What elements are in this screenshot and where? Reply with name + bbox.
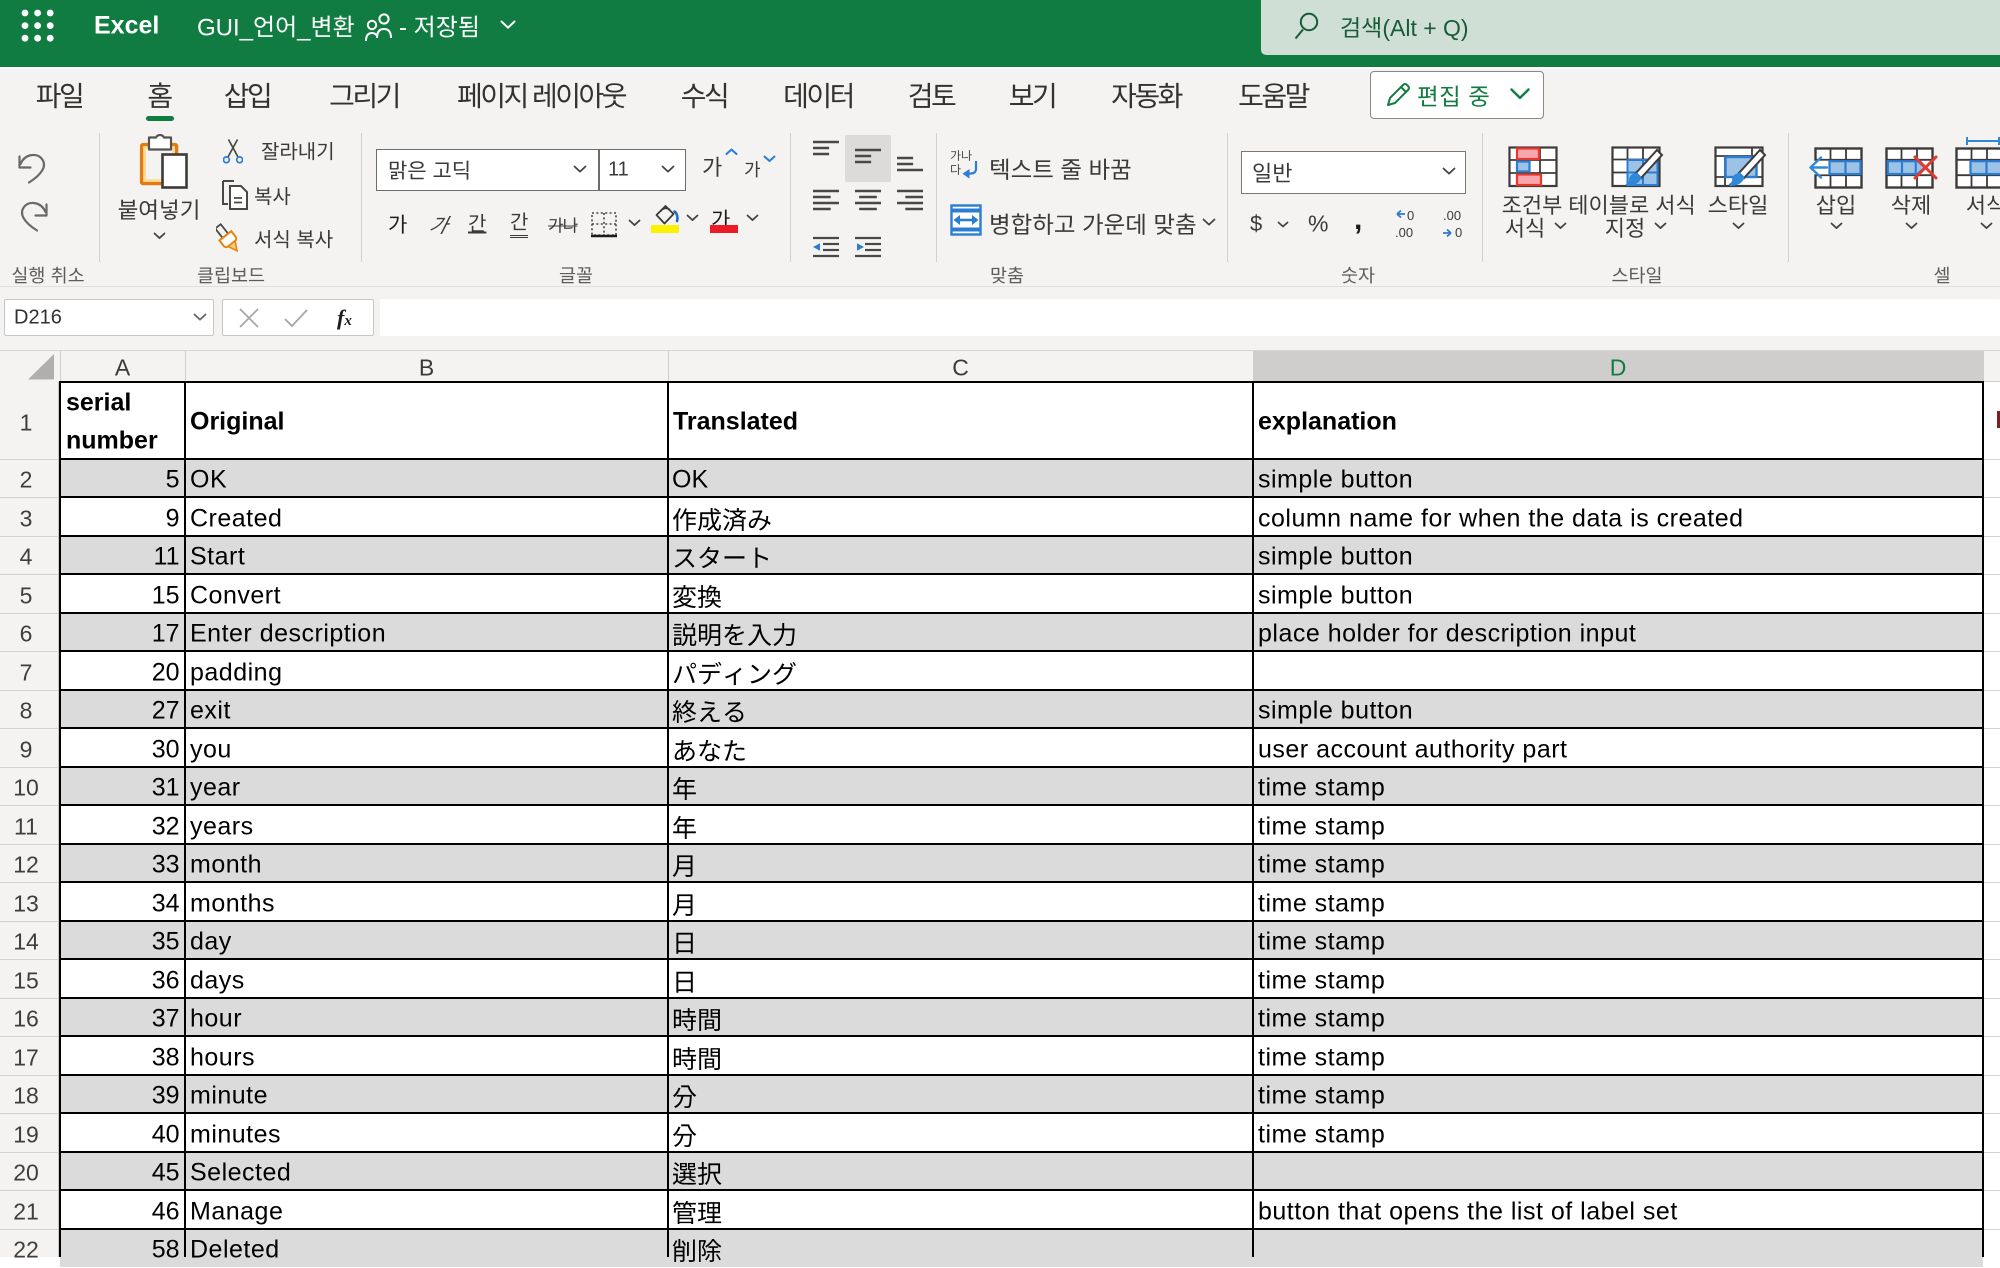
svg-text:0: 0 [1455,225,1462,240]
svg-text:0: 0 [1407,208,1414,223]
svg-text:다: 다 [950,161,961,178]
svg-text:.00: .00 [1443,208,1461,223]
svg-text:.00: .00 [1395,225,1413,240]
